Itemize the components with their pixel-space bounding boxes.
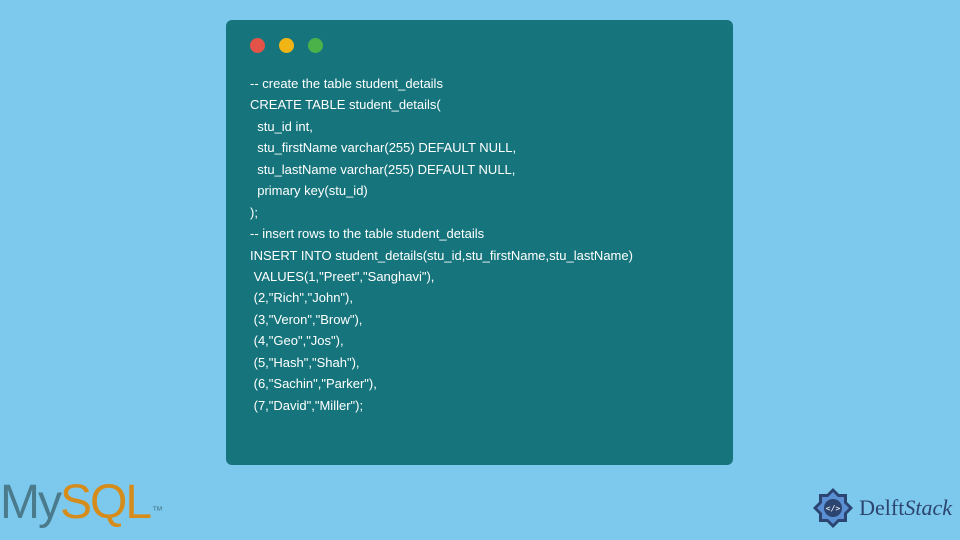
code-line: CREATE TABLE student_details(: [250, 97, 441, 112]
close-dot: [250, 38, 265, 53]
code-line: -- insert rows to the table student_deta…: [250, 226, 484, 241]
code-line: (2,"Rich","John"),: [250, 290, 353, 305]
code-line: (6,"Sachin","Parker"),: [250, 376, 377, 391]
code-line: (5,"Hash","Shah"),: [250, 355, 360, 370]
mysql-logo-tm: ™: [152, 505, 163, 517]
code-line: INSERT INTO student_details(stu_id,stu_f…: [250, 248, 633, 263]
code-line: stu_id int,: [250, 119, 313, 134]
code-line: primary key(stu_id): [250, 183, 368, 198]
code-line: stu_lastName varchar(255) DEFAULT NULL,: [250, 162, 515, 177]
code-line: (4,"Geo","Jos"),: [250, 333, 344, 348]
mysql-logo-sql: SQL: [60, 475, 150, 530]
code-line: (7,"David","Miller");: [250, 398, 363, 413]
code-window: -- create the table student_details CREA…: [226, 20, 733, 465]
svg-text:</>: </>: [826, 504, 841, 513]
code-content: -- create the table student_details CREA…: [250, 73, 709, 416]
minimize-dot: [279, 38, 294, 53]
mysql-logo-my: My: [0, 475, 60, 530]
code-line: (3,"Veron","Brow"),: [250, 312, 362, 327]
maximize-dot: [308, 38, 323, 53]
delftstack-logo: </> DelftStack: [811, 486, 952, 530]
window-controls: [250, 38, 709, 53]
code-line: -- create the table student_details: [250, 76, 443, 91]
code-line: VALUES(1,"Preet","Sanghavi"),: [250, 269, 434, 284]
delft-text-part1: Delft: [859, 495, 904, 521]
mysql-logo: MySQL™: [0, 475, 163, 530]
delftstack-icon: </>: [811, 486, 855, 530]
code-line: );: [250, 205, 258, 220]
delftstack-text: DelftStack: [859, 495, 952, 521]
delft-text-part2: Stack: [904, 495, 952, 521]
code-line: stu_firstName varchar(255) DEFAULT NULL,: [250, 140, 516, 155]
